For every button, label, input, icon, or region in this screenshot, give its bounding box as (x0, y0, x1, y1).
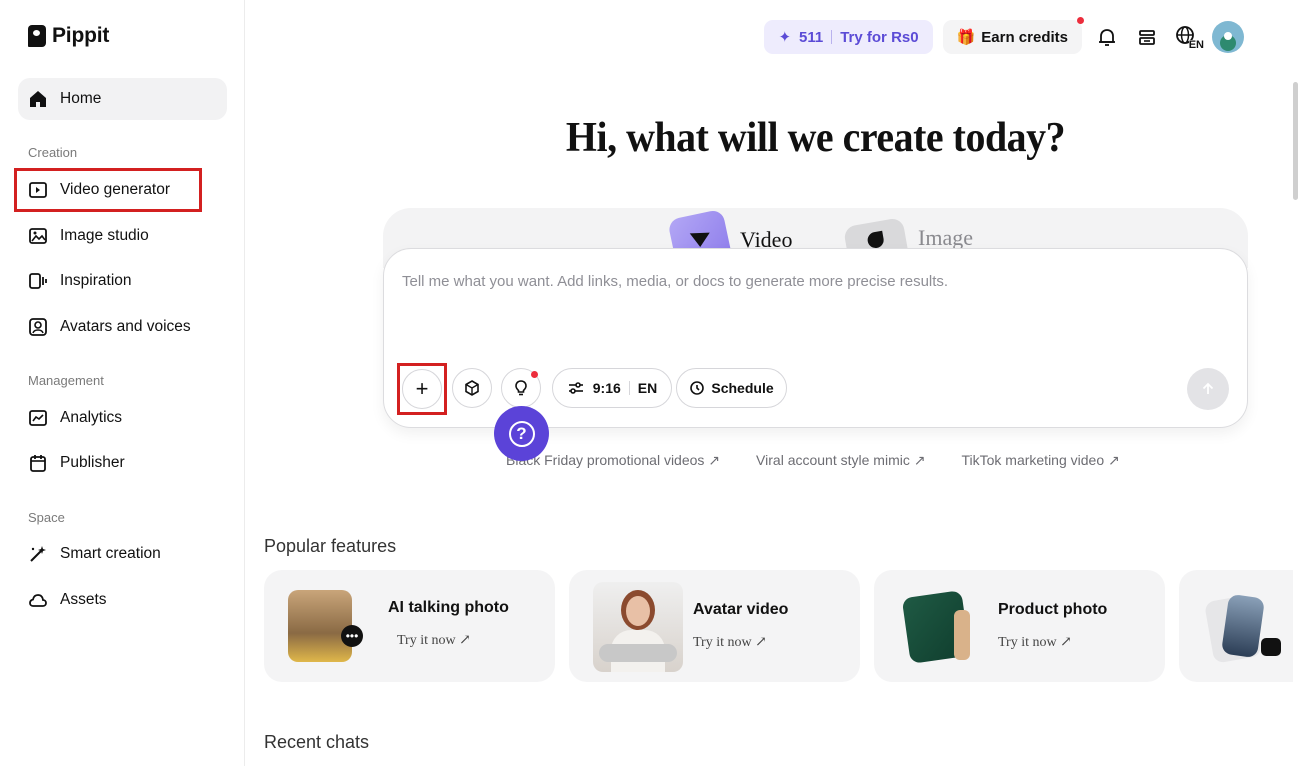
video-generator-icon (28, 180, 48, 200)
page-title: Hi, what will we create today? (565, 115, 1066, 161)
sidebar: Pippit Home Creation Video generator Ima… (0, 0, 245, 766)
avatar-icon (28, 317, 48, 337)
sidebar-item-assets[interactable]: Assets (18, 579, 227, 621)
schedule-label: Schedule (711, 380, 774, 396)
sidebar-item-avatars-voices[interactable]: Avatars and voices (18, 306, 227, 348)
cube-icon (465, 380, 479, 396)
sidebar-item-home[interactable]: Home (18, 78, 227, 120)
arrow-up-icon (1202, 382, 1214, 394)
earn-credits-button[interactable]: 🎁 Earn credits (942, 17, 1084, 54)
sidebar-item-label: Video generator (60, 181, 171, 198)
sidebar-item-image-studio[interactable]: Image studio (18, 215, 227, 257)
home-icon (28, 89, 48, 109)
feature-title: Product photo (998, 601, 1108, 618)
gift-icon: 🎁 (956, 29, 976, 46)
bell-icon[interactable] (1092, 22, 1122, 52)
model-cube-button[interactable] (452, 368, 492, 408)
credits-pill[interactable]: ✦ 511 Try for Rs0 (764, 20, 933, 54)
cloud-icon (28, 590, 48, 610)
feature-card-avatar-video[interactable]: Avatar video Try it now ↗ (569, 570, 860, 682)
add-attachment-button[interactable]: + (397, 363, 447, 415)
help-button[interactable]: ? (494, 406, 549, 461)
sidebar-item-label: Image studio (60, 227, 149, 244)
pippit-logo-icon (28, 25, 46, 47)
feature-card-product-photo[interactable]: Product photo Try it now ↗ (874, 570, 1165, 682)
popular-features-heading: Popular features (264, 536, 397, 556)
prompt-composer: Tell me what you want. Add links, media,… (383, 248, 1248, 428)
calendar-icon (28, 453, 48, 473)
credits-count: 511 (799, 28, 824, 46)
sidebar-item-analytics[interactable]: Analytics (18, 397, 227, 439)
notification-dot (1077, 17, 1084, 24)
lightbulb-icon (515, 380, 527, 396)
app-logo[interactable]: Pippit (28, 24, 109, 48)
top-bar: ✦ 511 Try for Rs0 🎁 Earn credits EN (764, 17, 1244, 54)
feature-title: AI talking photo (388, 599, 509, 616)
chat-bubble-icon (1261, 638, 1281, 656)
sidebar-item-label: Avatars and voices (60, 318, 191, 335)
ratio-language-button[interactable]: 9:16 EN (552, 368, 672, 408)
suggestion-list: Black Friday promotional videos ↗ Viral … (506, 452, 1120, 469)
try-it-now-link[interactable]: Try it now ↗ (397, 632, 471, 649)
sidebar-item-label: Publisher (60, 454, 125, 471)
inspiration-icon (28, 271, 48, 291)
suggestion-chip[interactable]: Viral account style mimic ↗ (756, 452, 925, 469)
ideas-button[interactable] (501, 368, 541, 408)
language-globe-icon[interactable]: EN (1172, 22, 1204, 52)
image-studio-icon (28, 226, 48, 246)
section-label-creation: Creation (28, 145, 78, 160)
sidebar-item-label: Analytics (60, 409, 123, 426)
audio-waveform-icon (599, 644, 677, 662)
feature-card-ai-talking-photo[interactable]: ••• AI talking photo Try it now ↗ (264, 570, 555, 682)
inbox-icon[interactable] (1132, 22, 1162, 52)
sidebar-item-video-generator[interactable]: Video generator (14, 168, 202, 212)
try-free-link[interactable]: Try for Rs0 (840, 29, 918, 46)
divider (831, 30, 833, 44)
user-avatar[interactable] (1212, 21, 1244, 53)
sidebar-item-inspiration[interactable]: Inspiration (18, 260, 227, 302)
notification-dot (531, 371, 538, 378)
help-icon: ? (508, 420, 535, 447)
schedule-button[interactable]: Schedule (676, 368, 787, 408)
feature-title: Avatar video (693, 601, 789, 618)
divider (628, 381, 630, 395)
app-name: Pippit (52, 24, 110, 47)
section-label-space: Space (28, 510, 65, 525)
page-scrollbar[interactable] (1293, 82, 1298, 200)
try-it-now-link[interactable]: Try it now ↗ (998, 634, 1072, 651)
feature-card-partial[interactable] (1179, 570, 1293, 682)
aspect-ratio-value: 9:16 (592, 380, 621, 396)
chat-bubble-icon: ••• (341, 625, 363, 647)
magic-wand-icon (28, 544, 48, 564)
try-it-now-link[interactable]: Try it now ↗ (693, 634, 767, 651)
send-button[interactable] (1187, 368, 1229, 410)
suggestion-chip[interactable]: TikTok marketing video ↗ (961, 452, 1119, 469)
sparkle-icon: ✦ (778, 29, 792, 46)
woman-avatar-thumbnail (593, 582, 683, 672)
clock-icon (690, 381, 705, 395)
prompt-input[interactable]: Tell me what you want. Add links, media,… (402, 273, 948, 290)
sidebar-item-label: Smart creation (60, 545, 161, 562)
sidebar-item-publisher[interactable]: Publisher (18, 442, 227, 484)
face-shape (626, 596, 650, 626)
perfume-bottle-shape (954, 610, 970, 660)
chimpanzee-thumbnail (288, 590, 352, 662)
sidebar-item-smart-creation[interactable]: Smart creation (18, 533, 227, 575)
language-code: EN (1188, 39, 1204, 51)
earn-credits-label: Earn credits (981, 28, 1068, 46)
recent-chats-heading: Recent chats (264, 732, 370, 752)
section-label-management: Management (28, 373, 104, 388)
language-value: EN (637, 380, 658, 396)
sidebar-item-label: Inspiration (60, 272, 132, 289)
settings-sliders-icon (568, 382, 583, 394)
sidebar-item-label: Assets (60, 591, 107, 608)
analytics-icon (28, 408, 48, 428)
plus-icon: + (402, 369, 442, 409)
sidebar-item-label: Home (60, 90, 102, 107)
